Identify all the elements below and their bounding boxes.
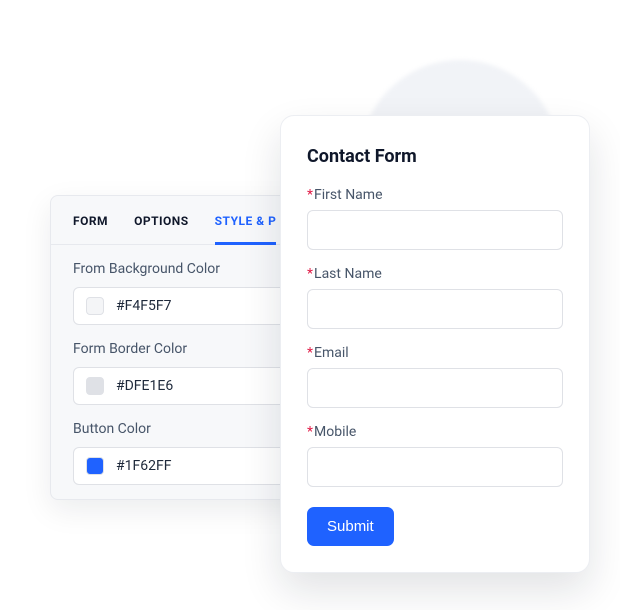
tab-style[interactable]: STYLE & P bbox=[215, 214, 277, 245]
first-name-label: *First Name bbox=[307, 187, 563, 203]
button-color-value: #1F62FF bbox=[116, 458, 171, 474]
required-mark: * bbox=[307, 266, 313, 282]
mobile-input[interactable] bbox=[307, 447, 563, 487]
contact-form-card: Contact Form *First Name *Last Name *Ema… bbox=[280, 115, 590, 573]
last-name-label: *Last Name bbox=[307, 266, 563, 282]
first-name-field: *First Name bbox=[307, 187, 563, 250]
mobile-label: *Mobile bbox=[307, 424, 563, 440]
email-field: *Email bbox=[307, 345, 563, 408]
first-name-label-text: First Name bbox=[314, 187, 382, 203]
border-color-swatch bbox=[86, 377, 104, 395]
required-mark: * bbox=[307, 345, 313, 361]
required-mark: * bbox=[307, 187, 313, 203]
submit-button[interactable]: Submit bbox=[307, 507, 394, 546]
email-label: *Email bbox=[307, 345, 563, 361]
last-name-field: *Last Name bbox=[307, 266, 563, 329]
first-name-input[interactable] bbox=[307, 210, 563, 250]
email-label-text: Email bbox=[314, 345, 349, 361]
bg-color-value: #F4F5F7 bbox=[116, 298, 171, 314]
tab-options[interactable]: OPTIONS bbox=[134, 214, 189, 244]
mobile-field: *Mobile bbox=[307, 424, 563, 487]
last-name-input[interactable] bbox=[307, 289, 563, 329]
email-input[interactable] bbox=[307, 368, 563, 408]
bg-color-swatch bbox=[86, 297, 104, 315]
border-color-value: #DFE1E6 bbox=[116, 378, 173, 394]
tab-form[interactable]: FORM bbox=[73, 214, 108, 244]
button-color-swatch bbox=[86, 457, 104, 475]
last-name-label-text: Last Name bbox=[314, 266, 382, 282]
required-mark: * bbox=[307, 424, 313, 440]
card-title: Contact Form bbox=[307, 146, 563, 167]
mobile-label-text: Mobile bbox=[314, 424, 356, 440]
